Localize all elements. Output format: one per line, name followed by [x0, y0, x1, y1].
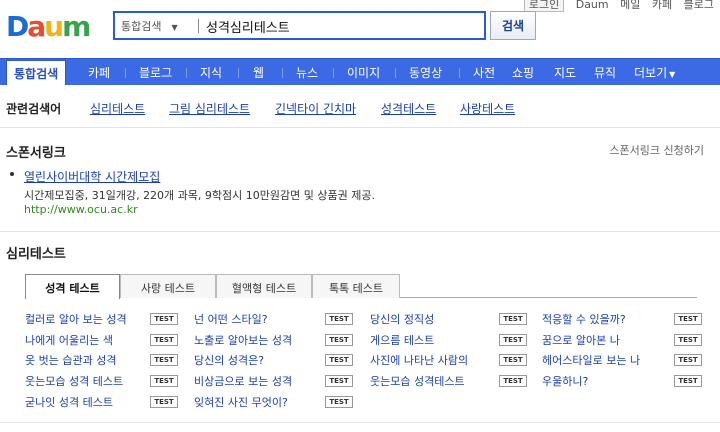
- tab-cafe[interactable]: 카페: [88, 64, 110, 81]
- tab-music[interactable]: 뮤직: [594, 64, 616, 81]
- test-badge: TEST: [325, 375, 353, 387]
- tab-toktok-test[interactable]: 톡톡 테스트: [312, 274, 400, 298]
- test-link[interactable]: 당신의 성격은?: [194, 352, 264, 368]
- tab-shopping[interactable]: 쇼핑: [512, 64, 534, 81]
- top-link-cafe[interactable]: 카페: [652, 0, 672, 11]
- tab-dictionary[interactable]: 사전: [473, 64, 495, 81]
- related-item[interactable]: 성격테스트: [381, 100, 436, 117]
- test-badge: TEST: [325, 334, 353, 346]
- search-nav: 통합검색 카페 블로그 지식 웹 뉴스 이미지 동영상 사전 쇼핑 지도 뮤직 …: [0, 58, 720, 85]
- related-searches: 관련검색어 심리테스트 그림 심리테스트 긴넥타이 긴치마 성격테스트 사랑테스…: [0, 86, 720, 128]
- test-badge: TEST: [499, 375, 527, 387]
- test-badge: TEST: [150, 396, 178, 408]
- nav-separator: [238, 68, 239, 78]
- test-link[interactable]: 옷 벗는 습관과 성격: [25, 352, 116, 368]
- psych-section-title: 심리테스트: [6, 247, 66, 262]
- test-badge: TEST: [325, 396, 353, 408]
- test-badge: TEST: [150, 313, 178, 325]
- top-link-blog[interactable]: 블로그: [684, 0, 714, 11]
- test-link[interactable]: 게으름 테스트: [370, 332, 434, 348]
- test-link[interactable]: 꿈으로 알아본 나: [542, 332, 620, 348]
- test-badge: TEST: [674, 375, 702, 387]
- related-label: 관련검색어: [6, 102, 62, 116]
- test-link[interactable]: 컬러로 알아 보는 성격: [25, 311, 127, 327]
- test-link[interactable]: 노출로 알아보는 성격: [194, 332, 292, 348]
- tab-integrated[interactable]: 통합검색: [6, 60, 67, 85]
- sponsor-apply-link[interactable]: 스폰서링크 신청하기: [609, 142, 704, 158]
- tab-more[interactable]: 더보기 ▼: [634, 64, 675, 81]
- test-badge: TEST: [674, 354, 702, 366]
- sponsor-title: 스폰서링크: [6, 146, 66, 161]
- ad-title-link[interactable]: 열린사이버대학 시간제모집: [24, 168, 160, 185]
- daum-logo[interactable]: Daum: [6, 12, 91, 42]
- related-item[interactable]: 심리테스트: [90, 100, 145, 117]
- search-input[interactable]: [206, 16, 476, 36]
- test-link[interactable]: 헤어스타일로 보는 나: [542, 352, 640, 368]
- tab-blog[interactable]: 블로그: [139, 64, 172, 81]
- test-badge: TEST: [499, 334, 527, 346]
- test-badge: TEST: [499, 313, 527, 325]
- search-box: 통합검색 ▼: [113, 11, 486, 40]
- search-category-select[interactable]: 통합검색 ▼: [121, 18, 178, 34]
- test-link[interactable]: 웃는모습 성격 테스트: [25, 373, 123, 389]
- test-link[interactable]: 잊혀진 사진 무엇이?: [194, 394, 288, 410]
- top-link-daum[interactable]: Daum: [576, 0, 609, 11]
- nav-separator: [282, 68, 283, 78]
- test-link[interactable]: 넌 어떤 스타일?: [194, 311, 268, 327]
- tab-video[interactable]: 동영상: [409, 64, 442, 81]
- related-item[interactable]: 사랑테스트: [460, 100, 515, 117]
- tab-news[interactable]: 뉴스: [296, 64, 318, 81]
- test-link[interactable]: 우울하니?: [542, 373, 588, 389]
- test-link[interactable]: 나에게 어울리는 색: [25, 332, 113, 348]
- related-item[interactable]: 그림 심리테스트: [169, 100, 250, 117]
- nav-separator: [395, 68, 396, 78]
- ad-url[interactable]: http://www.ocu.ac.kr: [24, 203, 138, 216]
- tab-web[interactable]: 웹: [253, 64, 264, 81]
- search-divider: [198, 19, 199, 33]
- test-link[interactable]: 적응할 수 있을까?: [542, 311, 626, 327]
- tab-love-test[interactable]: 사랑 테스트: [120, 274, 216, 298]
- chevron-down-icon: ▼: [171, 23, 178, 32]
- test-badge: TEST: [499, 354, 527, 366]
- psych-tabs: 성격 테스트 사랑 테스트 혈액형 테스트 톡톡 테스트: [25, 274, 697, 299]
- test-link[interactable]: 비상금으로 보는 성격: [194, 373, 292, 389]
- test-link[interactable]: 사진에 나타난 사람의: [370, 352, 468, 368]
- test-badge: TEST: [674, 334, 702, 346]
- tab-bloodtype-test[interactable]: 혈액형 테스트: [216, 274, 312, 298]
- nav-separator: [186, 68, 187, 78]
- nav-separator: [125, 68, 126, 78]
- test-badge: TEST: [150, 334, 178, 346]
- tab-personality-test[interactable]: 성격 테스트: [25, 274, 120, 299]
- test-badge: TEST: [325, 313, 353, 325]
- section-divider: [0, 231, 720, 232]
- tab-knowledge[interactable]: 지식: [200, 64, 222, 81]
- test-link[interactable]: 당신의 정직성: [370, 311, 434, 327]
- top-utility-links: 로그인 Daum 메일 카페 블로그: [516, 0, 714, 12]
- test-badge: TEST: [150, 375, 178, 387]
- nav-separator: [459, 68, 460, 78]
- test-link[interactable]: 웃는모습 성격테스트: [370, 373, 465, 389]
- ad-description: 시간제모집중, 31일개강, 220개 과목, 9학점시 10만원감면 및 상품…: [24, 189, 375, 202]
- test-badge: TEST: [150, 354, 178, 366]
- test-badge: TEST: [325, 354, 353, 366]
- nav-separator: [333, 68, 334, 78]
- search-button[interactable]: 검색: [490, 11, 536, 40]
- section-divider: [0, 422, 720, 423]
- test-badge: TEST: [674, 313, 702, 325]
- tab-map[interactable]: 지도: [554, 64, 576, 81]
- tab-images[interactable]: 이미지: [347, 64, 380, 81]
- top-link-mail[interactable]: 메일: [620, 0, 640, 11]
- test-link[interactable]: 굳나잇 성격 테스트: [25, 394, 113, 410]
- caret-down-icon: ▼: [669, 70, 676, 79]
- bullet-icon: [10, 172, 14, 176]
- related-item[interactable]: 긴넥타이 긴치마: [275, 100, 356, 117]
